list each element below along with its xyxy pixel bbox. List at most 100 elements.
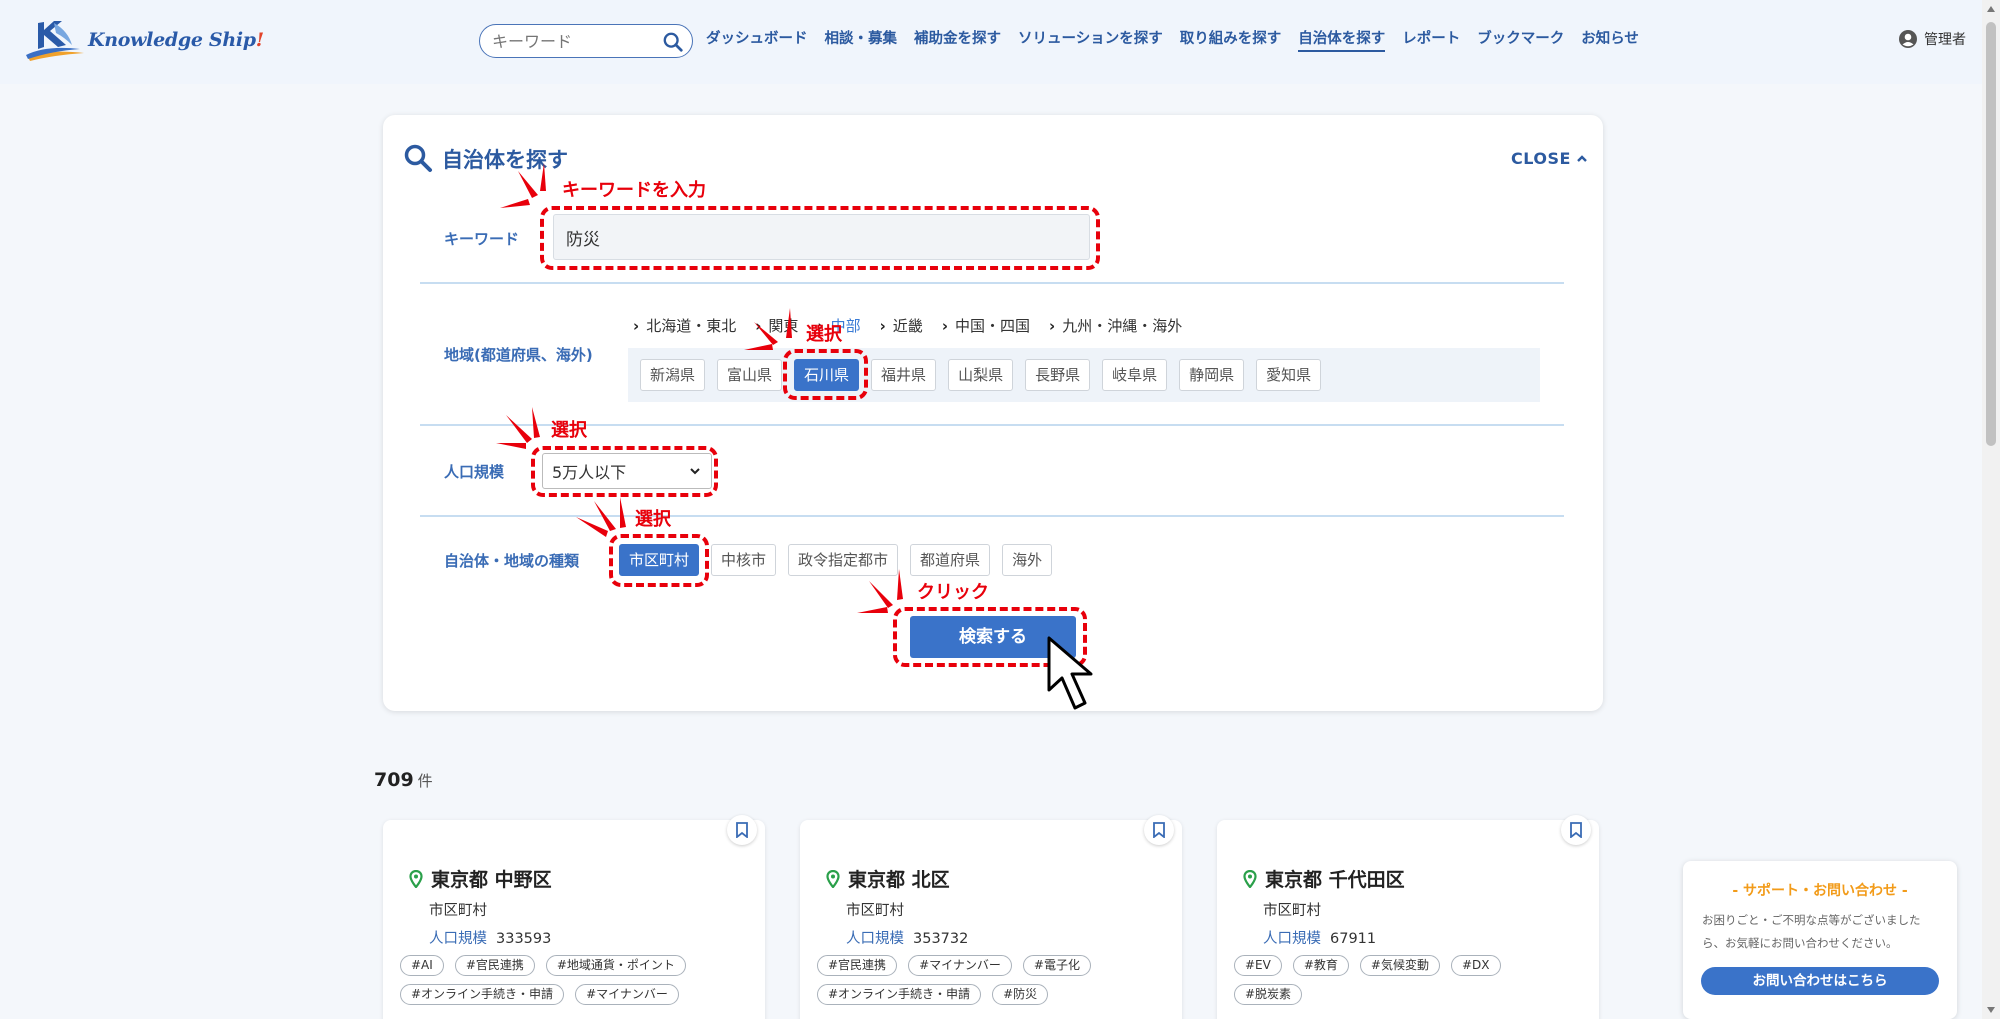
prefecture-chip[interactable]: 福井県	[871, 359, 937, 391]
prefecture-chip[interactable]: 山梨県	[948, 359, 1014, 391]
region-tab-hokkaido-tohoku[interactable]: › 北海道・東北	[633, 315, 736, 336]
nav-subsidy[interactable]: 補助金を探す	[914, 28, 1001, 52]
tag[interactable]: #電子化	[1022, 955, 1091, 976]
type-chip[interactable]: 都道府県	[910, 544, 991, 576]
bookmark-button[interactable]	[1561, 815, 1591, 845]
tag[interactable]: #オンライン手続き・申請	[817, 984, 982, 1005]
prefecture-chip[interactable]: 新潟県	[640, 359, 706, 391]
header-search	[479, 24, 693, 58]
location-pin-icon	[1243, 869, 1257, 888]
card-population: 人口規模 353732	[846, 931, 969, 947]
nav-bookmark[interactable]: ブックマーク	[1477, 28, 1564, 52]
nav-municipality[interactable]: 自治体を探す	[1298, 28, 1386, 52]
user-name: 管理者	[1924, 32, 1966, 48]
user-avatar-icon	[1899, 30, 1917, 48]
tag[interactable]: #防災	[992, 984, 1049, 1005]
annotation-highlight-population	[531, 446, 718, 497]
card-type: 市区町村	[429, 903, 487, 919]
annotation-select-text: 選択	[806, 324, 842, 345]
keyword-label: キーワード	[444, 230, 520, 248]
result-count: 709 件	[374, 769, 433, 791]
card-population: 人口規模 333593	[429, 931, 552, 947]
tag[interactable]: #教育	[1292, 955, 1349, 976]
chevron-up-icon	[1577, 154, 1587, 162]
region-tab-chugoku-shikoku[interactable]: › 中国・四国	[942, 315, 1030, 336]
municipality-card[interactable]: 東京都 中野区 市区町村 人口規模 333593 #AI #官民連携 #地域通貨・…	[383, 815, 765, 1019]
card-type: 市区町村	[1263, 903, 1321, 919]
type-label: 自治体・地域の種類	[444, 552, 580, 570]
prefecture-chips: 新潟県 富山県 石川県 福井県 山梨県 長野県 岐阜県 静岡県 愛知県	[640, 359, 1333, 391]
tag[interactable]: #マイナンバー	[908, 955, 1012, 976]
nav-solution[interactable]: ソリューションを探す	[1018, 28, 1163, 52]
bookmark-button[interactable]	[1144, 815, 1174, 845]
prefecture-chip[interactable]: 岐阜県	[1102, 359, 1168, 391]
annotation-burst-icon	[744, 308, 792, 350]
region-tab-kyushu-okinawa-overseas[interactable]: › 九州・沖縄・海外	[1049, 315, 1182, 336]
nav-news[interactable]: お知らせ	[1581, 28, 1639, 52]
annotation-highlight-keyword	[540, 206, 1100, 270]
page-scrollbar[interactable]	[1982, 0, 2000, 1019]
nav-initiative[interactable]: 取り組みを探す	[1180, 28, 1282, 52]
ship-logo-icon	[26, 21, 84, 61]
nav-report[interactable]: レポート	[1402, 28, 1460, 52]
prefecture-chip[interactable]: 静岡県	[1179, 359, 1245, 391]
tag[interactable]: #AI	[400, 955, 444, 976]
annotation-burst-icon	[500, 163, 546, 208]
annotation-click-text: クリック	[917, 582, 989, 603]
scroll-down-arrow-icon[interactable]	[1987, 1007, 1995, 1013]
search-icon[interactable]	[662, 31, 684, 53]
municipality-card[interactable]: 東京都 千代田区 市区町村 人口規模 67911 #EV #教育 #気候変動 #D…	[1217, 815, 1599, 1019]
header-search-input[interactable]	[492, 30, 652, 52]
card-title: 東京都 千代田区	[1243, 865, 1405, 892]
population-label: 人口規模	[444, 463, 505, 481]
region-tab-kinki[interactable]: › 近畿	[880, 315, 923, 336]
location-pin-icon	[826, 869, 840, 888]
tag[interactable]: #地域通貨・ポイント	[545, 955, 686, 976]
logo[interactable]: Knowledge Ship!	[24, 16, 264, 64]
bookmark-button[interactable]	[727, 815, 757, 845]
scroll-up-arrow-icon[interactable]	[1987, 6, 1995, 12]
annotation-burst-icon	[496, 407, 540, 449]
prefecture-chip[interactable]: 長野県	[1025, 359, 1091, 391]
user-menu[interactable]: 管理者	[1898, 29, 1966, 49]
support-text: お困りごと・ご不明な点等がございましたら、お気軽にお問い合わせください。	[1702, 913, 1921, 950]
card-tags: #官民連携 #マイナンバー #電子化 #オンライン手続き・申請 #防災	[817, 955, 1167, 1013]
type-chip[interactable]: 中核市	[711, 544, 777, 576]
prefecture-chip[interactable]: 富山県	[717, 359, 783, 391]
result-count-unit: 件	[417, 772, 433, 790]
annotation-select-text: 選択	[635, 509, 671, 530]
annotation-keyword-text: キーワードを入力	[562, 180, 706, 201]
contact-button[interactable]: お問い合わせはこちら	[1701, 967, 1939, 995]
type-chip[interactable]: 海外	[1002, 544, 1053, 576]
divider	[420, 282, 1564, 284]
card-population: 人口規模 67911	[1263, 931, 1377, 947]
close-panel-button[interactable]: CLOSE	[1511, 149, 1588, 168]
tag[interactable]: #オンライン手続き・申請	[400, 984, 565, 1005]
tag[interactable]: #EV	[1234, 955, 1282, 976]
scroll-thumb[interactable]	[1986, 22, 1996, 446]
tag[interactable]: #DX	[1450, 955, 1501, 976]
nav-consult[interactable]: 相談・募集	[825, 28, 898, 52]
tag[interactable]: #気候変動	[1359, 955, 1440, 976]
prefecture-chip[interactable]: 愛知県	[1256, 359, 1322, 391]
card-title: 東京都 中野区	[409, 865, 552, 892]
nav-dashboard[interactable]: ダッシュボード	[706, 28, 808, 52]
tag[interactable]: #脱炭素	[1234, 984, 1303, 1005]
tag[interactable]: #官民連携	[454, 955, 535, 976]
card-tags: #AI #官民連携 #地域通貨・ポイント #オンライン手続き・申請 #マイナンバ…	[400, 955, 750, 1013]
main-nav: ダッシュボード 相談・募集 補助金を探す ソリューションを探す 取り組みを探す …	[706, 28, 1656, 52]
municipality-card[interactable]: 東京都 北区 市区町村 人口規模 353732 #官民連携 #マイナンバー #電子…	[800, 815, 1182, 1019]
tag[interactable]: #官民連携	[817, 955, 898, 976]
bookmark-icon	[736, 822, 748, 838]
tag[interactable]: #マイナンバー	[575, 984, 679, 1005]
region-label: 地域(都道府県、海外)	[444, 346, 593, 364]
region-tabs: › 北海道・東北 › 関東 › 中部 › 近畿 › 中国・四国 › 九州・沖縄・海外	[633, 315, 1201, 336]
annotation-burst-icon	[576, 497, 626, 537]
close-label: CLOSE	[1511, 149, 1571, 168]
support-widget: - サポート・お問い合わせ - お困りごと・ご不明な点等がございましたら、お気軽…	[1683, 861, 1957, 1019]
card-title: 東京都 北区	[826, 865, 950, 892]
bookmark-icon	[1153, 822, 1165, 838]
divider	[420, 424, 1564, 426]
support-title: - サポート・お問い合わせ -	[1732, 883, 1908, 899]
annotation-burst-icon	[857, 569, 903, 613]
